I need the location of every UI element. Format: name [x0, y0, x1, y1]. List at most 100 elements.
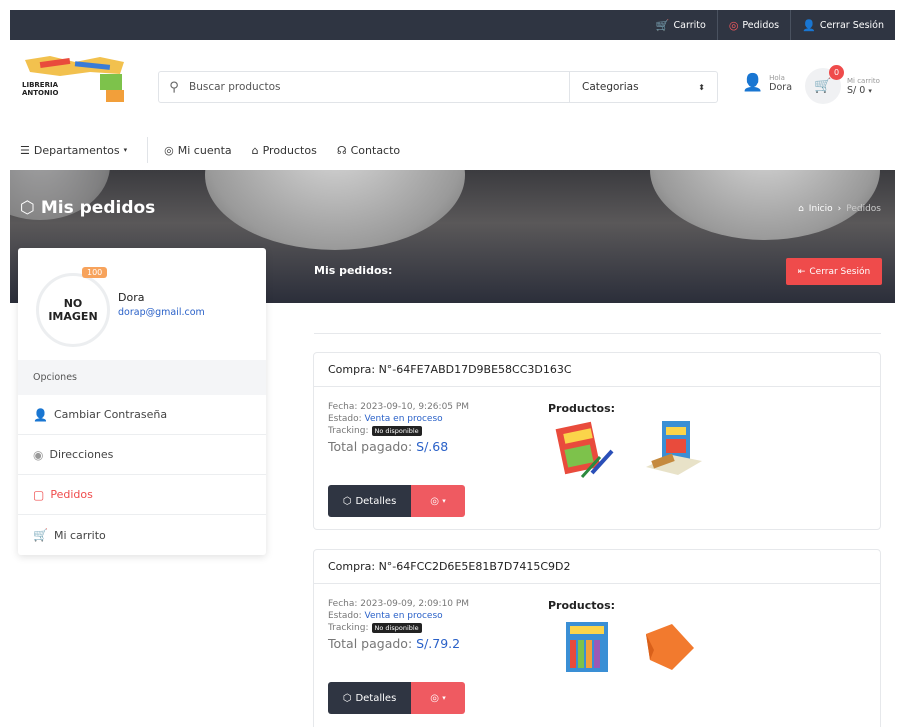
breadcrumb-current: Pedidos: [846, 204, 881, 214]
order-options-dropdown[interactable]: ◎ ▾: [411, 485, 465, 517]
order-actions: ⬡ Detalles ◎ ▾: [328, 682, 465, 714]
products-label: Productos:: [548, 599, 616, 612]
cart-icon: 🛒: [655, 18, 670, 32]
svg-text:ANTONIO: ANTONIO: [22, 89, 58, 97]
logout-icon: ⇤: [797, 266, 806, 277]
topbar-cart-link[interactable]: 🛒 Carrito: [645, 10, 717, 40]
order-actions: ⬡ Detalles ◎ ▾: [328, 485, 465, 517]
user-account[interactable]: 👤 Hola Dora: [742, 73, 792, 93]
order-code: Compra: N°-64FCC2D6E5E81B7D7415C9D2: [314, 550, 880, 584]
topbar-orders-label: Pedidos: [742, 19, 780, 31]
departments-menu[interactable]: ☰ Departamentos ▾: [10, 144, 137, 157]
search-bar: ⚲ Buscar productos Categorias ⬍: [158, 71, 718, 103]
avatar-text: IMAGEN: [48, 310, 98, 323]
details-button[interactable]: ⬡ Detalles: [328, 485, 411, 517]
settings-icon: ◎: [430, 692, 440, 704]
category-select[interactable]: Categorias ⬍: [569, 72, 717, 102]
logout-button[interactable]: ⇤ Cerrar Sesión: [786, 258, 882, 285]
select-arrows-icon: ⬍: [698, 82, 705, 92]
cart-label: Mi carrito: [847, 76, 880, 85]
hero-background-image: [205, 170, 465, 250]
order-date-label: Fecha:: [328, 599, 358, 609]
avatar-text: NO: [63, 297, 83, 310]
sidebar-item-label: Cambiar Contraseña: [53, 408, 168, 421]
nav-item-label: Contacto: [350, 143, 401, 157]
details-button-label: Detalles: [355, 692, 397, 704]
order-date: 2023-09-10, 9:26:05 PM: [360, 402, 470, 412]
menu-icon: ☰: [20, 143, 30, 157]
profile-email: dorap@gmail.com: [118, 307, 205, 318]
nav-item-label: Mi cuenta: [177, 143, 232, 157]
order-code: Compra: N°-64FE7ABD17D9BE58CC3D163C: [314, 353, 880, 387]
chevron-down-icon: ▾: [868, 86, 872, 95]
chevron-down-icon: ▾: [123, 146, 128, 154]
header-cart[interactable]: 🛒 0 Mi carrito S/ 0 ▾: [805, 65, 880, 104]
header: LIBRERIA ANTONIO ⚲ Buscar productos Cate…: [10, 40, 895, 130]
profile-card: NO IMAGEN 100 Dora dorap@gmail.com: [18, 248, 266, 360]
topbar-orders-link[interactable]: ◎ Pedidos: [716, 10, 790, 40]
cart-icon: 🛒: [33, 528, 48, 542]
order-options-dropdown[interactable]: ◎ ▾: [411, 682, 465, 714]
nav-item-contacto[interactable]: ☊ Contacto: [327, 144, 410, 157]
settings-icon: ◎: [430, 495, 440, 507]
sidebar-item-label: Pedidos: [50, 488, 93, 501]
logout-button-label: Cerrar Sesión: [809, 266, 871, 277]
avatar: NO IMAGEN: [36, 273, 110, 347]
user-icon: 👤: [802, 18, 816, 32]
order-tracking-label: Tracking:: [328, 426, 369, 436]
sidebar-item-direcciones[interactable]: ◉ Direcciones: [18, 435, 266, 475]
user-name: Dora: [769, 81, 793, 93]
topbar-logout-link[interactable]: 👤 Cerrar Sesión: [790, 10, 895, 40]
user-icon: 👤: [742, 73, 764, 93]
order-total-label: Total pagado:: [328, 636, 413, 651]
user-icon: 👤: [33, 407, 48, 422]
order-total: S/.68: [416, 439, 449, 454]
box-icon: ⬡: [342, 495, 352, 507]
product-image[interactable]: [632, 620, 702, 680]
svg-text:LIBRERIA: LIBRERIA: [22, 81, 59, 89]
tracking-badge: No disponible: [371, 426, 422, 436]
details-button-label: Detalles: [355, 495, 397, 507]
search-icon: ⚲: [169, 79, 179, 95]
page-title-text: Mis pedidos: [40, 198, 156, 218]
points-badge: 100: [82, 267, 108, 278]
product-image[interactable]: [552, 618, 622, 682]
cart-button[interactable]: 🛒 0: [805, 65, 844, 104]
orders-icon: ◎: [728, 18, 739, 32]
category-select-label: Categorias: [582, 81, 639, 93]
chevron-down-icon: ▾: [442, 497, 446, 505]
order-total: S/.79.2: [416, 636, 461, 651]
home-icon: ⌂: [798, 204, 804, 214]
sidebar-item-cambiar-contrasena[interactable]: 👤 Cambiar Contraseña: [18, 395, 266, 435]
options-heading: Opciones: [18, 360, 266, 395]
chevron-right-icon: ›: [837, 204, 842, 214]
nav-item-productos[interactable]: ⌂ Productos: [242, 144, 327, 157]
order-status: Venta en proceso: [364, 611, 443, 621]
sidebar-item-pedidos[interactable]: ▢ Pedidos: [18, 475, 266, 515]
order-date: 2023-09-09, 2:09:10 PM: [360, 599, 470, 609]
order-status-label: Estado:: [328, 611, 362, 621]
user-greeting: Hola: [769, 73, 785, 82]
order-status: Venta en proceso: [364, 414, 443, 424]
breadcrumb-home-link[interactable]: Inicio: [809, 204, 833, 214]
cart-icon: 🛒: [814, 78, 832, 94]
orders-section-title: Mis pedidos:: [314, 264, 393, 277]
location-pin-icon: ◉: [33, 447, 44, 462]
details-button[interactable]: ⬡ Detalles: [328, 682, 411, 714]
account-icon: ◎: [164, 143, 174, 157]
box-icon: ⬡: [20, 198, 35, 218]
basket-icon: ⌂: [251, 143, 259, 157]
sidebar-item-mi-carrito[interactable]: 🛒 Mi carrito: [18, 515, 266, 555]
cart-total: S/ 0: [847, 84, 866, 96]
product-image[interactable]: [552, 421, 622, 485]
breadcrumb: ⌂ Inicio › Pedidos: [798, 204, 881, 214]
search-input[interactable]: Buscar productos: [189, 81, 569, 93]
store-logo[interactable]: LIBRERIA ANTONIO: [20, 54, 125, 109]
headset-icon: ☊: [336, 143, 347, 157]
nav-item-mi-cuenta[interactable]: ◎ Mi cuenta: [154, 144, 241, 157]
order-total-label: Total pagado:: [328, 439, 413, 454]
order-date-label: Fecha:: [328, 402, 358, 412]
nav-item-label: Productos: [262, 143, 317, 157]
product-image[interactable]: [642, 417, 712, 485]
order-card: Compra: N°-64FCC2D6E5E81B7D7415C9D2 Fech…: [313, 549, 881, 727]
